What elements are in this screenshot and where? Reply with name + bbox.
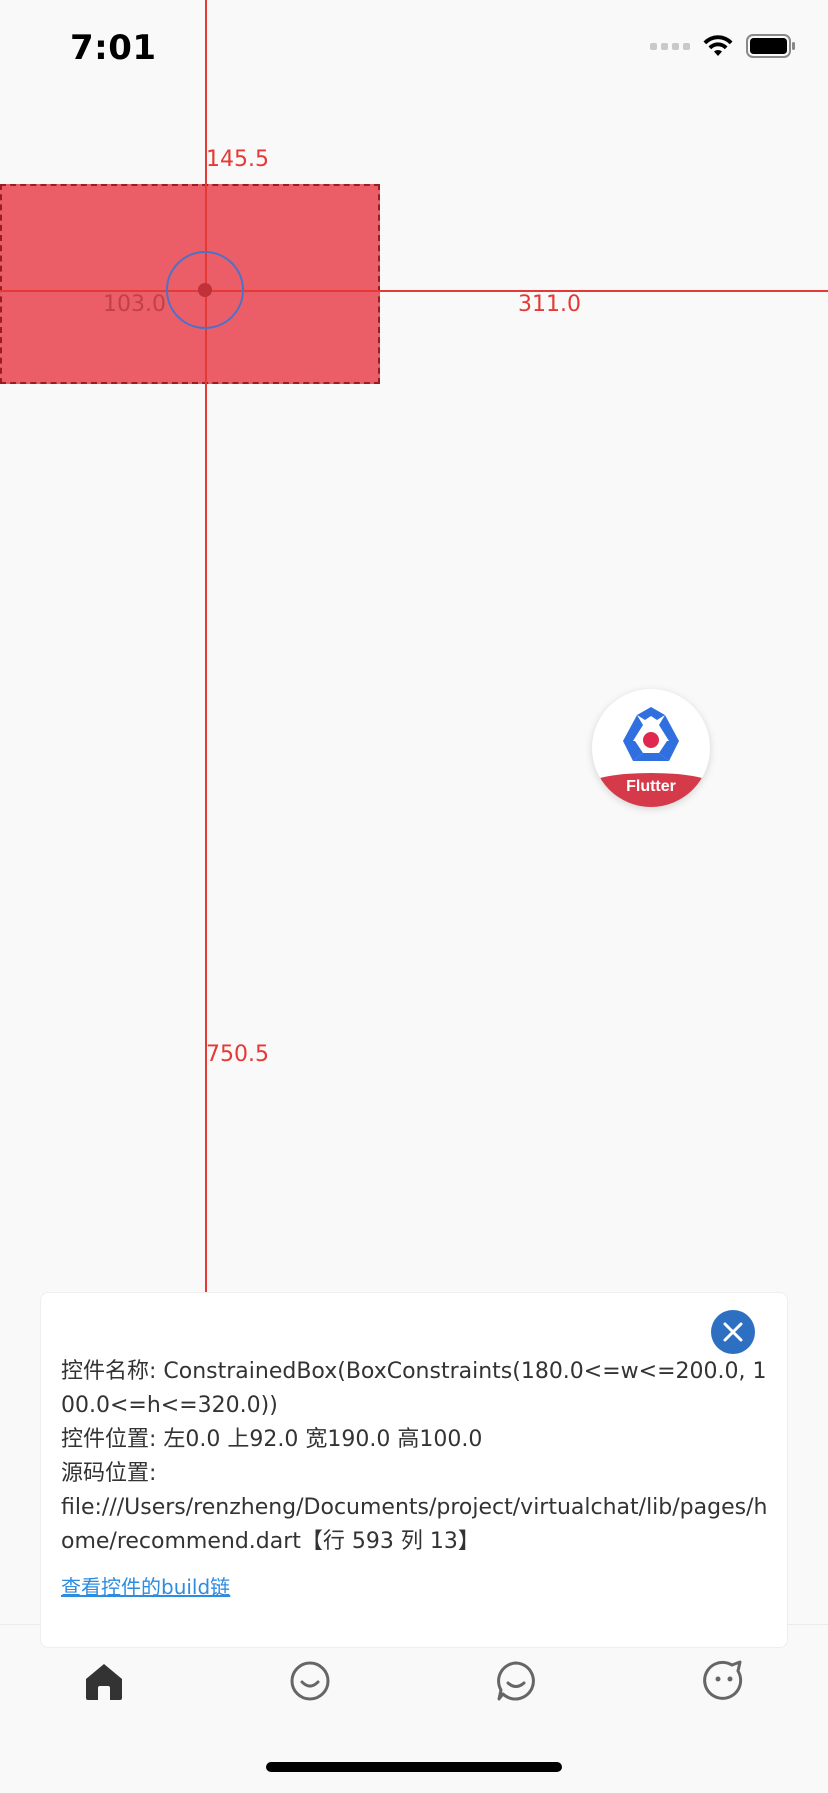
distance-right-label: 311.0 bbox=[518, 292, 581, 317]
widget-name-line: 控件名称: ConstrainedBox(BoxConstraints(180.… bbox=[61, 1359, 767, 1418]
home-icon[interactable] bbox=[82, 1659, 126, 1703]
profile-icon[interactable] bbox=[702, 1659, 746, 1703]
flutter-ribbon: Flutter bbox=[592, 773, 710, 807]
flutter-inspector-button[interactable]: Flutter bbox=[592, 689, 710, 807]
cellular-signal-icon bbox=[650, 42, 690, 50]
distance-top-label: 145.5 bbox=[206, 147, 269, 172]
widget-position-line: 控件位置: 左0.0 上92.0 宽190.0 高100.0 bbox=[61, 1427, 483, 1452]
flutter-logo-icon bbox=[623, 707, 679, 761]
distance-left-label: 103.0 bbox=[103, 292, 166, 317]
home-indicator bbox=[266, 1762, 562, 1772]
flutter-label: Flutter bbox=[626, 778, 676, 795]
source-location-path: file:///Users/renzheng/Documents/project… bbox=[61, 1495, 768, 1554]
smile-icon[interactable] bbox=[288, 1659, 332, 1703]
status-time: 7:01 bbox=[70, 28, 157, 68]
close-icon bbox=[723, 1322, 743, 1342]
widget-info-panel: 控件名称: ConstrainedBox(BoxConstraints(180.… bbox=[40, 1292, 788, 1648]
selection-crosshair-dot bbox=[198, 283, 212, 297]
wifi-icon bbox=[703, 35, 733, 56]
view-build-chain-link[interactable]: 查看控件的build链 bbox=[61, 1571, 230, 1600]
status-icons bbox=[650, 34, 796, 58]
widget-info-text: 控件名称: ConstrainedBox(BoxConstraints(180.… bbox=[61, 1355, 771, 1559]
chat-icon[interactable] bbox=[494, 1659, 538, 1703]
distance-bottom-label: 750.5 bbox=[206, 1042, 269, 1067]
source-location-label: 源码位置: bbox=[61, 1461, 157, 1486]
battery-icon bbox=[746, 34, 795, 58]
close-button[interactable] bbox=[711, 1310, 755, 1354]
